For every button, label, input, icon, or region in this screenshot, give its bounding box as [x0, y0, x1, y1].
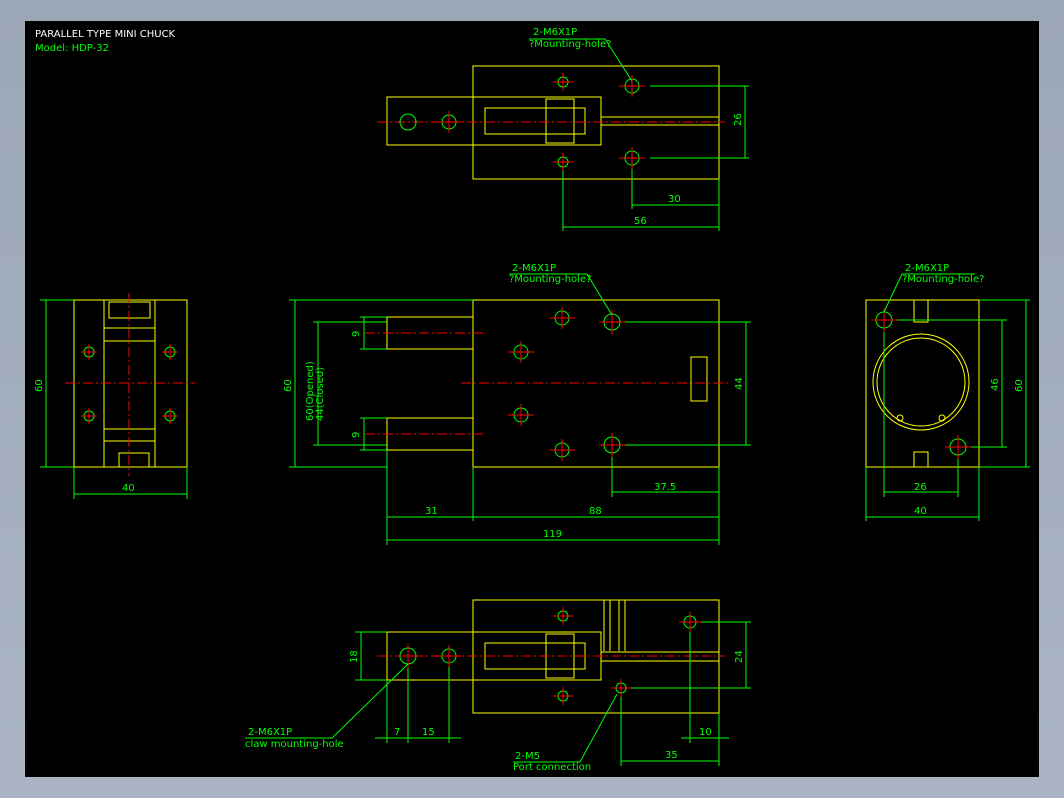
top-hole-label: 2-M6X1P [533, 27, 577, 38]
front-dim-37-5: 37.5 [654, 482, 676, 493]
left-dim-40: 40 [122, 483, 135, 494]
left-dim-60: 60 [34, 379, 45, 392]
front-hole-note: ?Mounting-hole? [509, 274, 591, 285]
right-dim-26: 26 [914, 482, 927, 493]
right-bore [872, 333, 970, 431]
right-dim-46: 46 [990, 378, 1001, 391]
front-dim-119: 119 [543, 529, 562, 540]
front-dim-9-top: 9 [351, 331, 362, 337]
top-slider [545, 98, 575, 144]
drawing-title: PARALLEL TYPE MINI CHUCK [35, 29, 176, 40]
bottom-dim-15: 15 [422, 727, 435, 738]
drawing-canvas: PARALLEL TYPE MINI CHUCK Model: HDP-32 2… [25, 21, 1039, 777]
top-hole-note: ?Mounting-hole? [529, 39, 611, 50]
right-view: 46 60 26 40 2-M6X1P ?Mounting-hole? [865, 263, 1030, 521]
right-body [865, 299, 980, 468]
top-piston [484, 107, 586, 135]
top-dim-30: 30 [668, 194, 681, 205]
front-dim-88: 88 [589, 506, 602, 517]
right-hole-label: 2-M6X1P [905, 263, 949, 274]
claw-hole-label: 2-M6X1P [248, 727, 292, 738]
front-nameplate [690, 356, 708, 402]
top-dim-56: 56 [634, 216, 647, 227]
right-dim-40: 40 [914, 506, 927, 517]
right-hole-note: ?Mounting-hole? [902, 274, 984, 285]
bottom-dim-35: 35 [665, 750, 678, 761]
top-dim-26: 26 [733, 113, 744, 126]
right-dim-60: 60 [1014, 379, 1025, 392]
bottom-dim-7: 7 [394, 727, 400, 738]
bottom-dim-10: 10 [699, 727, 712, 738]
model-label: Model: HDP-32 [35, 43, 109, 54]
front-hole-label: 2-M6X1P [512, 263, 556, 274]
port-label: 2-M5 [515, 751, 540, 762]
front-dim-closed: 44(Closed) [315, 367, 326, 421]
front-view: 60 60(Opened) 44(Closed) 9 9 44 37.5 31 … [283, 263, 751, 545]
front-dim-31: 31 [425, 506, 438, 517]
port-note: Port connection [513, 762, 591, 773]
top-jaw [386, 96, 602, 146]
top-view: 26 30 56 2-M6X1P ?Mounting-hole? [377, 27, 749, 231]
cad-drawing: PARALLEL TYPE MINI CHUCK Model: HDP-32 2… [34, 27, 1030, 773]
front-dim-9-bottom: 9 [351, 432, 362, 438]
left-view: 60 40 [34, 293, 195, 499]
front-dim-60: 60 [283, 379, 294, 392]
bottom-dim-18: 18 [349, 650, 360, 663]
claw-hole-note: claw mounting-hole [245, 739, 344, 750]
front-dim-44: 44 [734, 377, 745, 390]
bottom-dim-24: 24 [734, 650, 745, 663]
bottom-view: 18 24 7 15 10 35 2-M6X1P claw mounting-h… [245, 599, 751, 773]
